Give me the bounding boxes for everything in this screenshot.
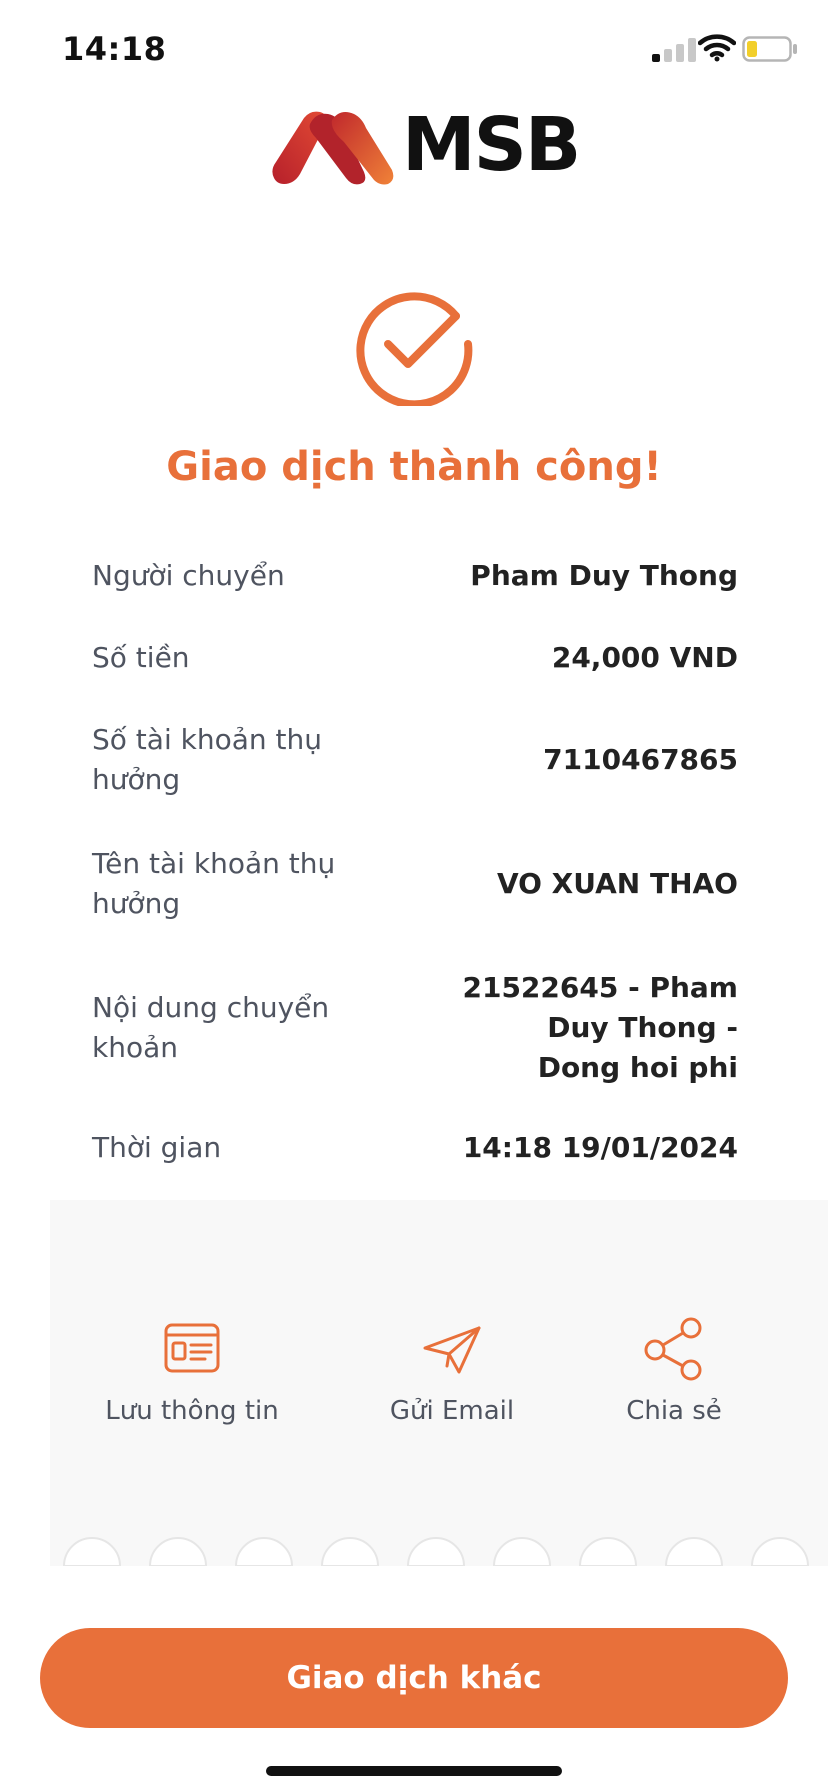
home-indicator[interactable]	[266, 1766, 562, 1776]
wifi-icon	[698, 34, 736, 62]
scallop-edge	[50, 1516, 828, 1566]
battery-icon	[742, 36, 797, 62]
success-check-icon	[356, 292, 473, 406]
other-transaction-label: Giao dịch khác	[286, 1660, 542, 1696]
save-info-button[interactable]: Lưu thông tin	[92, 1316, 292, 1426]
detail-label: Số tiền	[92, 641, 190, 674]
msb-logo: MSB	[270, 102, 581, 188]
transaction-success-screen: 14:18 MSB Giao dịch thành công! Người ch…	[0, 0, 828, 1792]
detail-label: Người chuyển	[92, 559, 285, 592]
detail-row-beneficiary-name: Tên tài khoản thụ hưởng VO XUAN THAO	[92, 844, 738, 924]
share-label: Chia sẻ	[626, 1396, 722, 1426]
detail-row-transfer-content: Nội dung chuyển khoản 21522645 - Pham Du…	[92, 968, 738, 1088]
other-transaction-button[interactable]: Giao dịch khác	[40, 1628, 788, 1728]
cellular-signal-icon	[652, 38, 696, 62]
detail-value: VO XUAN THAO	[496, 867, 738, 900]
detail-row-beneficiary-account: Số tài khoản thụ hưởng 7110467865	[92, 720, 738, 800]
detail-value: 24,000 VND	[551, 641, 738, 674]
detail-row-sender: Người chuyển Pham Duy Thong	[92, 556, 738, 596]
detail-row-time: Thời gian 14:18 19/01/2024	[92, 1128, 738, 1168]
receipt-card-icon	[164, 1323, 220, 1373]
detail-row-amount: Số tiền 24,000 VND	[92, 638, 738, 678]
share-button[interactable]: Chia sẻ	[574, 1316, 774, 1426]
send-email-label: Gửi Email	[389, 1396, 515, 1426]
detail-label: Nội dung chuyển khoản	[92, 991, 330, 1064]
detail-label: Số tài khoản thụ hưởng	[92, 723, 322, 796]
detail-value: Pham Duy Thong	[470, 559, 738, 592]
detail-value: 7110467865	[543, 743, 738, 776]
paper-plane-icon	[423, 1326, 481, 1374]
brand-name: MSB	[402, 102, 581, 188]
msb-logo-mark-icon	[272, 111, 394, 185]
share-icon	[644, 1317, 702, 1381]
status-time: 14:18	[62, 30, 167, 68]
detail-value: 14:18 19/01/2024	[462, 1131, 738, 1164]
detail-value: 21522645 - Pham Duy Thong - Dong hoi phi	[462, 971, 738, 1084]
send-email-button[interactable]: Gửi Email	[352, 1316, 552, 1426]
save-info-label: Lưu thông tin	[105, 1396, 279, 1426]
detail-label: Tên tài khoản thụ hưởng	[92, 847, 336, 920]
success-title: Giao dịch thành công!	[166, 444, 662, 490]
detail-label: Thời gian	[92, 1131, 222, 1164]
